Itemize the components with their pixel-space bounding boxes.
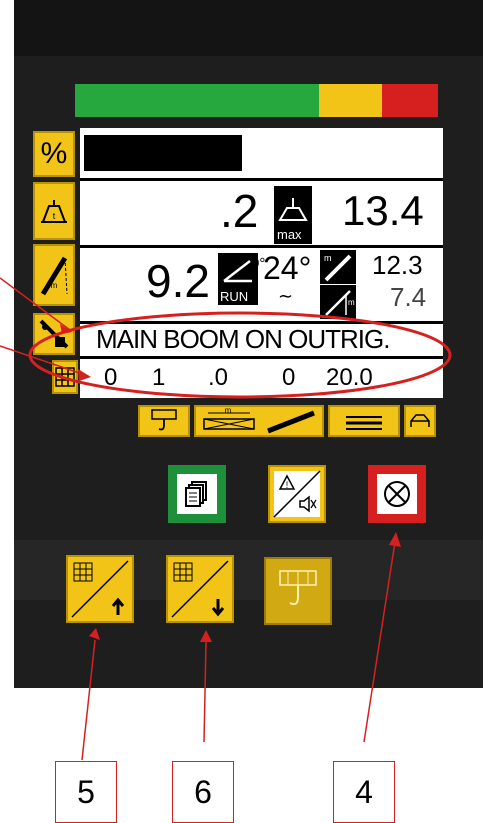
callout-6-label: 6 [194,773,212,810]
callout-5-label: 5 [77,773,95,810]
callout-line-5 [81,639,96,761]
callout-line-4 [363,541,396,743]
callout-arrow-4 [389,532,401,547]
callout-4: 4 [333,761,395,823]
status-highlight-ellipse [28,311,452,399]
callout-5: 5 [55,761,117,823]
callout-6: 6 [172,761,234,823]
pointer-line-1 [0,277,71,331]
annotation-overlay [0,277,452,761]
callout-line-6 [203,641,207,743]
pointer-arrowhead-2 [78,369,91,381]
callout-arrow-6 [200,630,212,642]
callout-arrow-5 [89,628,100,640]
callout-4-label: 4 [355,773,373,810]
